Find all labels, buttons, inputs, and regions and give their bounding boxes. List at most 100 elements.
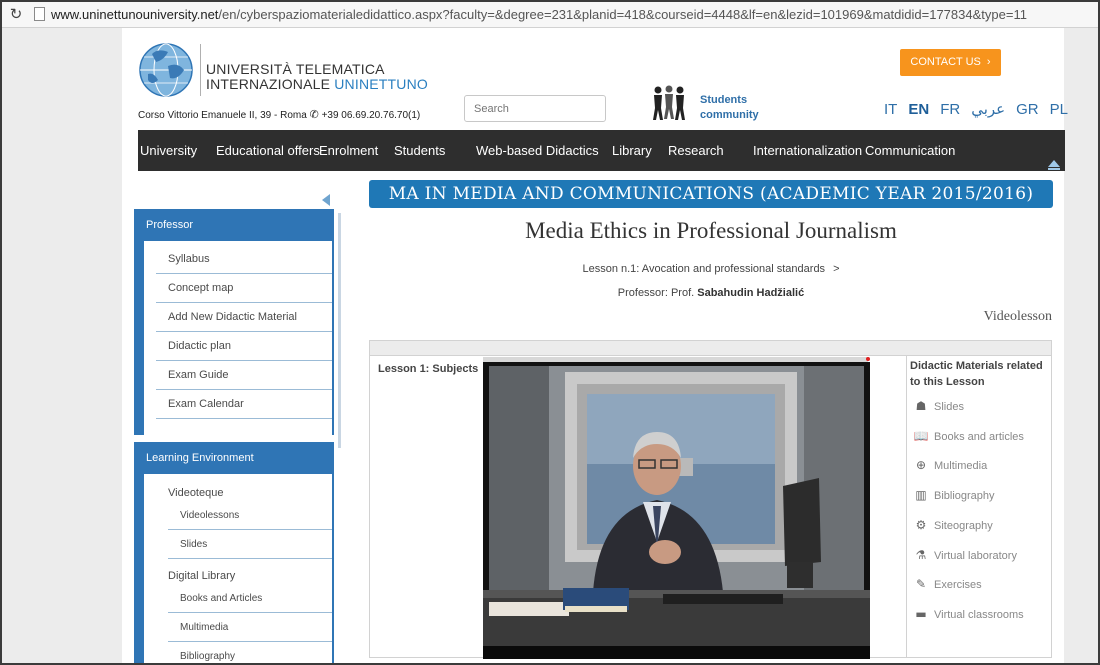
nav-item-internationalization[interactable]: Internationalization <box>753 130 862 171</box>
exercises-icon: ✎ <box>915 577 927 592</box>
sidebar: Professor Syllabus Concept map Add New Dida… <box>134 209 334 663</box>
sidebar-item-add-new-didactic-material[interactable]: Add New Didactic Material <box>156 303 332 332</box>
students-silhouettes-icon <box>653 85 685 120</box>
url-domain: www.uninettunouniversity.net <box>51 7 219 22</box>
material-type-label: Videolesson <box>983 309 1052 324</box>
phone-number: +39 06.69.20.76.70(1) <box>321 110 421 121</box>
lesson-breadcrumb[interactable]: Lesson n.1: Avocation and professional s… <box>369 263 1053 275</box>
material-item-slides[interactable]: ☗ Slides <box>913 397 964 415</box>
language-option-2[interactable]: FR <box>940 101 960 118</box>
sidebar-subitem-slides[interactable]: Slides <box>168 530 332 559</box>
sidebar-item-didactic-plan[interactable]: Didactic plan <box>156 332 332 361</box>
slides-icon: ☗ <box>915 399 927 413</box>
material-label: Virtual laboratory <box>934 549 1017 562</box>
materials-title: Didactic Materials related to this Lesso… <box>910 360 1043 388</box>
nav-item-enrolment[interactable]: Enrolment <box>319 130 378 171</box>
collapse-sidebar-icon[interactable] <box>322 194 330 206</box>
nav-item-university[interactable]: University <box>140 130 197 171</box>
siteography-icon: ⚙ <box>915 517 927 532</box>
nav-item-educational-offers[interactable]: Educational offers <box>216 130 320 171</box>
page-icon <box>34 7 45 21</box>
material-label: Books and articles <box>934 430 1024 443</box>
language-switcher: IT EN FR عربي GR PL <box>884 100 1068 122</box>
panel-header-bar <box>370 341 1051 356</box>
sidebar-item-concept-map[interactable]: Concept map <box>156 274 332 303</box>
material-item-exercises[interactable]: ✎ Exercises <box>913 575 982 593</box>
contact-us-label: CONTACT US <box>910 56 981 68</box>
language-option-5[interactable]: PL <box>1050 101 1068 118</box>
phone-icon: ✆ <box>309 108 319 121</box>
logo-divider <box>200 44 201 96</box>
program-banner: MA IN MEDIA AND COMMUNICATIONS (ACADEMIC… <box>369 180 1053 208</box>
lesson-title: Lesson n.1: Avocation and professional s… <box>582 263 826 275</box>
sidebar-heading-professor[interactable]: Professor <box>134 209 334 241</box>
reload-icon[interactable]: ↻ <box>7 5 25 23</box>
nav-item-library[interactable]: Library <box>612 130 652 171</box>
web-page: UNIVERSITÀ TELEMATICA INTERNAZIONALE UNI… <box>122 28 1068 663</box>
nav-item-web-based-didactics[interactable]: Web-based Didactics <box>476 130 599 171</box>
bibliography-icon: ▥ <box>915 488 927 503</box>
multimedia-icon: ⊕ <box>915 458 927 473</box>
language-option-1[interactable]: EN <box>908 101 929 118</box>
university-name-prefix: INTERNAZIONALE <box>206 76 335 92</box>
professor-prefix: Professor: Prof. <box>617 287 695 299</box>
language-option-3[interactable]: عربي <box>971 101 1005 118</box>
lesson-subjects-label: Lesson 1: Subjects <box>378 363 479 375</box>
material-label: Bibliography <box>934 490 995 503</box>
search-input[interactable] <box>464 95 606 122</box>
main-navigation: University Educational offers Enrolment Stu… <box>138 130 1065 171</box>
sidebar-scrollbar[interactable] <box>338 213 341 448</box>
university-name-accent: UNINETTUNO <box>334 76 429 92</box>
material-label: Slides <box>934 401 964 413</box>
sidebar-heading-learning-environment[interactable]: Learning Environment <box>134 442 334 474</box>
sidebar-subitem-bibliography[interactable]: Bibliography <box>168 642 332 663</box>
chevron-right-icon: › <box>986 56 991 68</box>
material-item-books-and-articles[interactable]: 📖 Books and articles <box>913 427 1024 445</box>
contact-address: Corso Vittorio Emanuele II, 39 - Roma ✆ … <box>138 108 420 121</box>
contact-us-button[interactable]: CONTACT US › <box>900 49 1001 76</box>
virtual-laboratory-icon: ⚗ <box>915 547 927 562</box>
professor-name: Sabahudin Hadžialić <box>697 287 805 299</box>
material-item-multimedia[interactable]: ⊕ Multimedia <box>913 456 987 474</box>
material-item-siteography[interactable]: ⚙ Siteography <box>913 516 993 534</box>
address-text: Corso Vittorio Emanuele II, 39 - Roma <box>138 110 307 121</box>
language-option-0[interactable]: IT <box>884 101 897 118</box>
url-text[interactable]: www.uninettunouniversity.net/en/cyberspa… <box>51 2 1027 28</box>
sidebar-subitem-multimedia[interactable]: Multimedia <box>168 613 332 642</box>
professor-line: Professor: Prof. Sabahudin Hadžialić <box>369 287 1053 299</box>
browser-window: ↻ www.uninettunouniversity.net/en/cybers… <box>0 0 1100 665</box>
url-path: /en/cyberspaziomaterialedidattico.aspx?f… <box>218 7 1027 22</box>
sidebar-subitem-videolessons[interactable]: Videolessons <box>168 501 332 530</box>
students-community-link[interactable]: Students community <box>650 84 770 124</box>
video-progress-dot[interactable] <box>866 357 870 361</box>
students-community-label: Students community <box>700 93 759 123</box>
language-option-4[interactable]: GR <box>1016 101 1039 118</box>
books-icon: 📖 <box>913 428 929 443</box>
nav-item-students[interactable]: Students <box>394 130 445 171</box>
sidebar-item-exam-calendar[interactable]: Exam Calendar <box>156 390 332 419</box>
lesson-panel: Lesson 1: Subjects Didactic Materials re… <box>369 340 1052 659</box>
lesson-arrow-icon: > <box>833 263 840 275</box>
university-name-line1: UNIVERSITÀ TELEMATICA <box>206 61 385 77</box>
university-name[interactable]: UNIVERSITÀ TELEMATICA INTERNAZIONALE UNI… <box>206 62 428 92</box>
nav-item-research[interactable]: Research <box>668 130 724 171</box>
sidebar-subitem-books-and-articles[interactable]: Books and Articles <box>168 584 332 613</box>
material-item-virtual-classrooms[interactable]: ▬ Virtual classrooms <box>913 605 1024 623</box>
course-title: Media Ethics in Professional Journalism <box>525 218 897 243</box>
sidebar-item-syllabus[interactable]: Syllabus <box>156 245 332 274</box>
globe-logo-icon[interactable] <box>138 40 198 100</box>
video-player[interactable] <box>483 362 870 659</box>
material-label: Virtual classrooms <box>934 608 1024 621</box>
virtual-classrooms-icon: ▬ <box>915 606 927 621</box>
sidebar-item-exam-guide[interactable]: Exam Guide <box>156 361 332 390</box>
students-label-line1: Students <box>700 94 748 106</box>
address-bar[interactable]: ↻ www.uninettunouniversity.net/en/cybers… <box>2 2 1098 28</box>
materials-divider <box>906 356 907 658</box>
students-label-line2: community <box>700 109 759 121</box>
material-item-virtual-laboratory[interactable]: ⚗ Virtual laboratory <box>913 546 1017 564</box>
scroll-to-top-icon[interactable] <box>1048 160 1060 170</box>
material-label: Exercises <box>934 579 982 592</box>
material-label: Multimedia <box>934 460 988 473</box>
nav-item-communication[interactable]: Communication <box>865 130 955 171</box>
material-item-bibliography[interactable]: ▥ Bibliography <box>913 486 995 504</box>
